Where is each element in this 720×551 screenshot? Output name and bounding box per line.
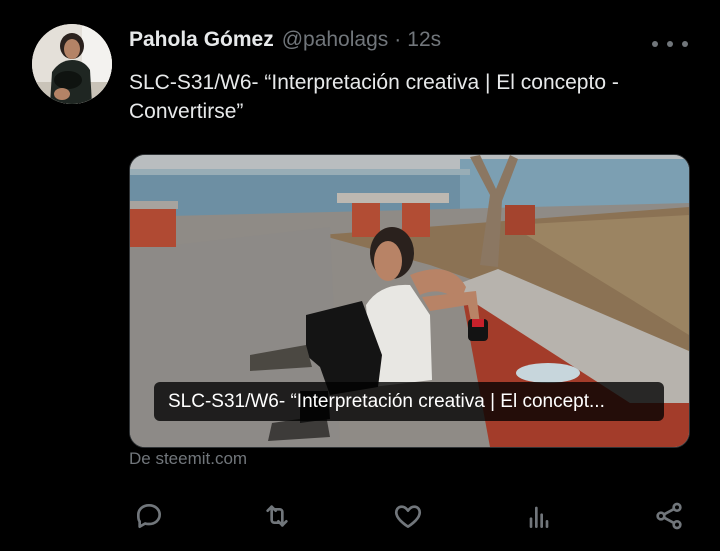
tweet-actions: [129, 496, 689, 536]
retweet-icon[interactable]: [257, 496, 297, 536]
tweet-header: Pahola Gómez @paholags · 12s: [129, 26, 441, 54]
reply-icon[interactable]: [129, 496, 169, 536]
link-source[interactable]: De steemit.com: [129, 449, 247, 469]
timestamp[interactable]: 12s: [407, 28, 441, 52]
more-options-icon[interactable]: [652, 32, 688, 56]
like-icon[interactable]: [388, 496, 428, 536]
link-card[interactable]: SLC-S31/W6- “Interpretación creativa | E…: [129, 154, 690, 448]
share-icon[interactable]: [649, 496, 689, 536]
tweet-text: SLC-S31/W6- “Interpretación creativa | E…: [129, 71, 619, 123]
avatar[interactable]: [32, 24, 112, 104]
author-name[interactable]: Pahola Gómez: [129, 28, 274, 52]
separator-dot: ·: [394, 28, 402, 51]
link-card-title: SLC-S31/W6- “Interpretación creativa | E…: [154, 382, 664, 421]
author-handle[interactable]: @paholags: [282, 28, 389, 52]
views-icon[interactable]: [519, 496, 559, 536]
